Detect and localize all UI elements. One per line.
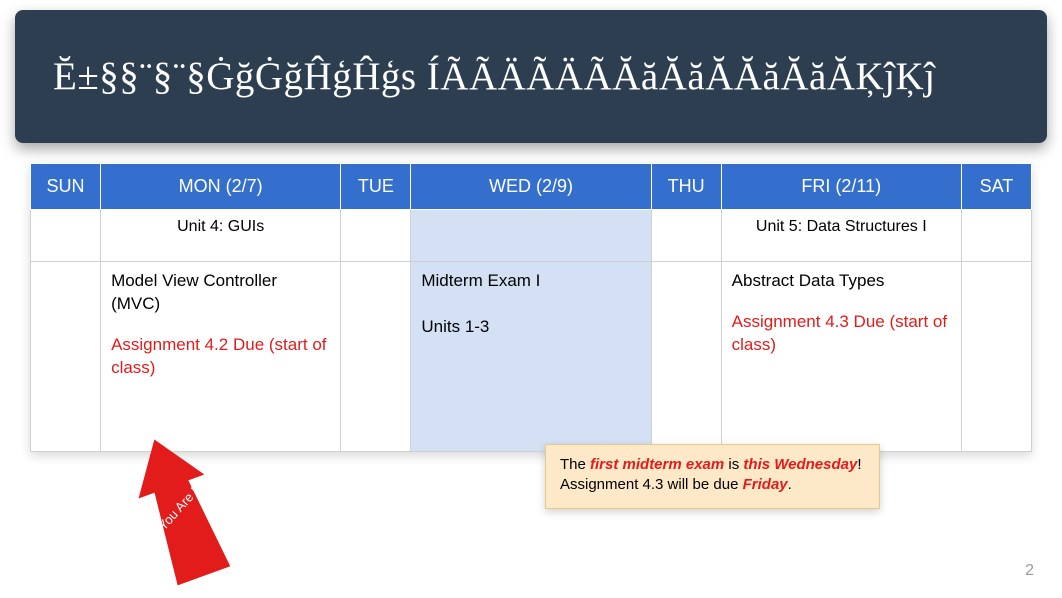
cell-wed-unit (411, 210, 651, 262)
day-header-sat: SAT (961, 164, 1031, 210)
slide-title: Ĕ±§§¨§¨§ĠğĠğĤģĤģs ÍÃÃÄÃÄÃĂăĂăĂĂăĂăĂĶĵĶĵ (53, 54, 936, 99)
cell-tue-unit (341, 210, 411, 262)
day-header-thu: THU (651, 164, 721, 210)
wed-line2: Units 1-3 (421, 317, 489, 336)
you-are-here-arrow: You Are Here (120, 430, 240, 590)
content-row: Model View Controller (MVC) Assignment 4… (31, 262, 1032, 452)
cell-fri-unit: Unit 5: Data Structures I (721, 210, 961, 262)
note-em-third: Friday (743, 476, 788, 493)
reminder-note: The first midterm exam is this Wednesday… (545, 444, 880, 509)
day-header-wed: WED (2/9) (411, 164, 651, 210)
note-text-post: . (788, 476, 792, 493)
note-em-first: first midterm exam (590, 456, 724, 473)
day-header-tue: TUE (341, 164, 411, 210)
unit-row: Unit 4: GUIs Unit 5: Data Structures I (31, 210, 1032, 262)
day-header-mon: MON (2/7) (101, 164, 341, 210)
cell-thu-content (651, 262, 721, 452)
cell-sat-unit (961, 210, 1031, 262)
note-em-second: this Wednesday (743, 456, 857, 473)
cell-fri-content: Abstract Data Types Assignment 4.3 Due (… (721, 262, 961, 452)
note-text-mid1: is (724, 456, 743, 473)
mon-assignment: Assignment 4.2 Due (start of class) (111, 334, 330, 380)
cell-sun-unit (31, 210, 101, 262)
cell-sun-content (31, 262, 101, 452)
cell-thu-unit (651, 210, 721, 262)
fri-assignment: Assignment 4.3 Due (start of class) (732, 311, 951, 357)
arrow-label: You Are Here (155, 466, 218, 533)
weekly-calendar: SUN MON (2/7) TUE WED (2/9) THU FRI (2/1… (30, 163, 1032, 452)
fri-topic: Abstract Data Types (732, 271, 885, 290)
slide-header: Ĕ±§§¨§¨§ĠğĠğĤģĤģs ÍÃÃÄÃÄÃĂăĂăĂĂăĂăĂĶĵĶĵ (15, 10, 1047, 143)
page-number: 2 (1025, 562, 1034, 580)
cell-mon-unit: Unit 4: GUIs (101, 210, 341, 262)
cell-wed-content: Midterm Exam I Units 1-3 (411, 262, 651, 452)
mon-topic: Model View Controller (MVC) (111, 271, 277, 313)
note-text-pre: The (560, 456, 590, 473)
day-header-sun: SUN (31, 164, 101, 210)
day-header-fri: FRI (2/11) (721, 164, 961, 210)
calendar-header-row: SUN MON (2/7) TUE WED (2/9) THU FRI (2/1… (31, 164, 1032, 210)
cell-mon-content: Model View Controller (MVC) Assignment 4… (101, 262, 341, 452)
arrow-icon (120, 430, 240, 590)
cell-tue-content (341, 262, 411, 452)
wed-line1: Midterm Exam I (421, 271, 540, 290)
cell-sat-content (961, 262, 1031, 452)
